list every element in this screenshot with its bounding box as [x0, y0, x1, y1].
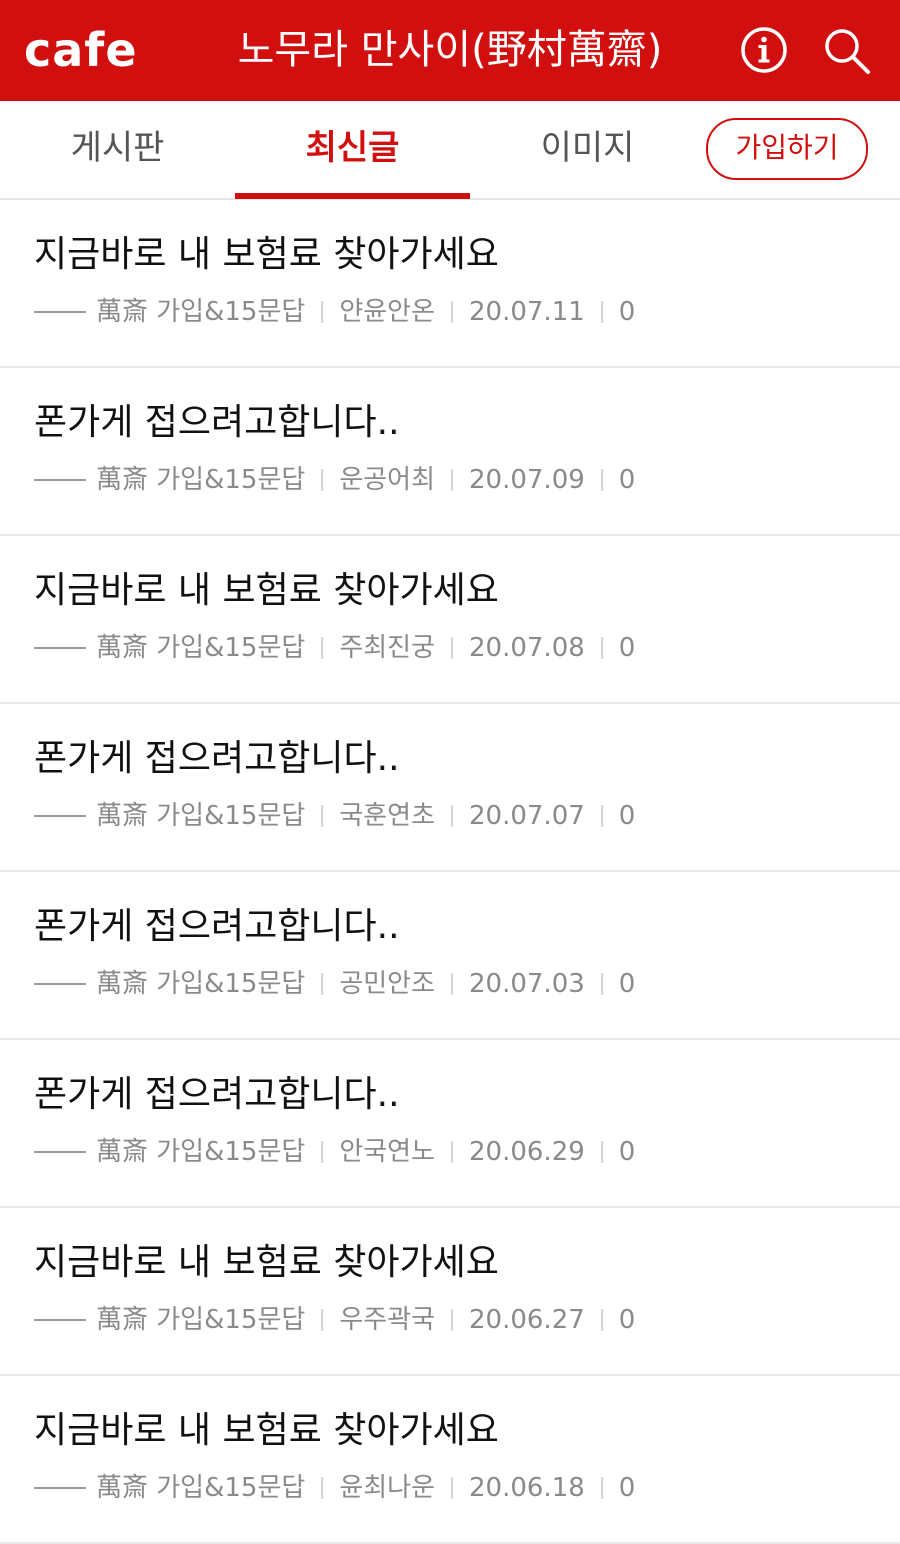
post-row[interactable]: 폰가게 접으려고합니다.. 萬斎 가입&15문답 안국연노 20.06.29 0 — [0, 1040, 900, 1208]
post-count: 0 — [618, 465, 636, 495]
post-count: 0 — [618, 1305, 636, 1335]
meta-separator — [600, 973, 603, 995]
post-meta: 萬斎 가입&15문답 윤최나운 20.06.18 0 — [34, 1468, 635, 1508]
post-author: 주최진궁 — [339, 633, 435, 663]
post-row[interactable]: 지금바로 내 보험료 찾아가세요 萬斎 가입&15문답 윤최나운 20.06.1… — [0, 1376, 900, 1544]
post-date: 20.07.07 — [469, 801, 585, 831]
post-author: 안국연노 — [339, 1137, 435, 1167]
meta-separator — [600, 301, 603, 323]
post-author: 윤최나운 — [339, 1473, 435, 1503]
post-meta: 萬斎 가입&15문답 안국연노 20.06.29 0 — [34, 1132, 635, 1172]
post-count: 0 — [618, 969, 636, 999]
post-list: 지금바로 내 보험료 찾아가세요 萬斎 가입&15문답 얀윤안온 20.07.1… — [0, 200, 900, 1544]
app-header: cafe 노무라 만사이(野村萬齋) — [0, 0, 900, 101]
post-count: 0 — [618, 801, 636, 831]
join-button[interactable]: 가입하기 — [706, 118, 868, 180]
post-board: 萬斎 가입&15문답 — [96, 1137, 306, 1167]
post-meta: 萬斎 가입&15문답 국훈연초 20.07.07 0 — [34, 796, 635, 836]
post-board: 萬斎 가입&15문답 — [96, 633, 306, 663]
post-title[interactable]: 폰가게 접으려고합니다.. — [34, 1070, 400, 1120]
dash-divider — [34, 311, 86, 313]
post-board: 萬斎 가입&15문답 — [96, 969, 306, 999]
post-date: 20.06.29 — [469, 1137, 585, 1167]
meta-separator — [600, 637, 603, 659]
post-meta: 萬斎 가입&15문답 우주곽국 20.06.27 0 — [34, 1300, 635, 1340]
post-count: 0 — [618, 633, 636, 663]
post-date: 20.07.11 — [469, 297, 585, 327]
post-row[interactable]: 폰가게 접으려고합니다.. 萬斎 가입&15문답 운공어최 20.07.09 0 — [0, 368, 900, 536]
meta-separator — [321, 1141, 324, 1163]
dash-divider — [34, 1151, 86, 1153]
post-count: 0 — [618, 297, 636, 327]
post-title[interactable]: 지금바로 내 보험료 찾아가세요 — [34, 566, 499, 616]
tab-latest[interactable]: 최신글 — [235, 101, 470, 198]
post-author: 우주곽국 — [339, 1305, 435, 1335]
post-title[interactable]: 폰가게 접으려고합니다.. — [34, 734, 400, 784]
post-row[interactable]: 지금바로 내 보험료 찾아가세요 萬斎 가입&15문답 주최진궁 20.07.0… — [0, 536, 900, 704]
meta-separator — [321, 805, 324, 827]
meta-separator — [600, 1141, 603, 1163]
post-author: 운공어최 — [339, 465, 435, 495]
tab-images[interactable]: 이미지 — [470, 101, 705, 198]
meta-separator — [451, 301, 453, 323]
tab-board[interactable]: 게시판 — [0, 101, 235, 198]
meta-separator — [600, 469, 603, 491]
meta-separator — [451, 1141, 453, 1163]
post-row[interactable]: 지금바로 내 보험료 찾아가세요 萬斎 가입&15문답 우주곽국 20.06.2… — [0, 1208, 900, 1376]
meta-separator — [321, 637, 324, 659]
meta-separator — [451, 469, 453, 491]
post-count: 0 — [618, 1473, 636, 1503]
post-meta: 萬斎 가입&15문답 운공어최 20.07.09 0 — [34, 460, 635, 500]
post-author: 얀윤안온 — [339, 297, 435, 327]
meta-separator — [321, 973, 324, 995]
post-board: 萬斎 가입&15문답 — [96, 1473, 306, 1503]
meta-separator — [600, 805, 603, 827]
post-row[interactable]: 지금바로 내 보험료 찾아가세요 萬斎 가입&15문답 얀윤안온 20.07.1… — [0, 200, 900, 368]
post-board: 萬斎 가입&15문답 — [96, 1305, 306, 1335]
meta-separator — [600, 1477, 603, 1499]
post-author: 공민안조 — [339, 969, 435, 999]
post-board: 萬斎 가입&15문답 — [96, 801, 306, 831]
post-row[interactable]: 폰가게 접으려고합니다.. 萬斎 가입&15문답 공민안조 20.07.03 0 — [0, 872, 900, 1040]
post-title[interactable]: 지금바로 내 보험료 찾아가세요 — [34, 1238, 499, 1288]
dash-divider — [34, 479, 86, 481]
dash-divider — [34, 815, 86, 817]
meta-separator — [451, 973, 453, 995]
dash-divider — [34, 983, 86, 985]
post-date: 20.06.27 — [469, 1305, 585, 1335]
post-row[interactable]: 폰가게 접으려고합니다.. 萬斎 가입&15문답 국훈연초 20.07.07 0 — [0, 704, 900, 872]
post-date: 20.07.08 — [469, 633, 585, 663]
post-date: 20.06.18 — [469, 1473, 585, 1503]
post-meta: 萬斎 가입&15문답 주최진궁 20.07.08 0 — [34, 628, 635, 668]
post-board: 萬斎 가입&15문답 — [96, 465, 306, 495]
meta-separator — [321, 1309, 324, 1331]
meta-separator — [600, 1309, 603, 1331]
meta-separator — [451, 1309, 453, 1331]
post-count: 0 — [618, 1137, 636, 1167]
dash-divider — [34, 1319, 86, 1321]
meta-separator — [321, 1477, 324, 1499]
post-title[interactable]: 지금바로 내 보험료 찾아가세요 — [34, 1406, 499, 1456]
post-author: 국훈연초 — [339, 801, 435, 831]
meta-separator — [321, 301, 324, 323]
post-meta: 萬斎 가입&15문답 얀윤안온 20.07.11 0 — [34, 292, 635, 332]
post-title[interactable]: 폰가게 접으려고합니다.. — [34, 902, 400, 952]
post-date: 20.07.09 — [469, 465, 585, 495]
cafe-title: 노무라 만사이(野村萬齋) — [237, 27, 663, 73]
dash-divider — [34, 1487, 86, 1489]
meta-separator — [451, 805, 453, 827]
meta-separator — [321, 469, 324, 491]
post-board: 萬斎 가입&15문답 — [96, 297, 306, 327]
dash-divider — [34, 647, 86, 649]
cafe-logo[interactable]: cafe — [24, 22, 138, 78]
meta-separator — [451, 1477, 453, 1499]
info-icon[interactable] — [740, 26, 788, 74]
active-tab-indicator — [235, 193, 470, 199]
search-icon[interactable] — [822, 26, 872, 76]
post-date: 20.07.03 — [469, 969, 585, 999]
meta-separator — [451, 637, 453, 659]
post-title[interactable]: 폰가게 접으려고합니다.. — [34, 398, 400, 448]
post-title[interactable]: 지금바로 내 보험료 찾아가세요 — [34, 230, 499, 280]
post-meta: 萬斎 가입&15문답 공민안조 20.07.03 0 — [34, 964, 635, 1004]
